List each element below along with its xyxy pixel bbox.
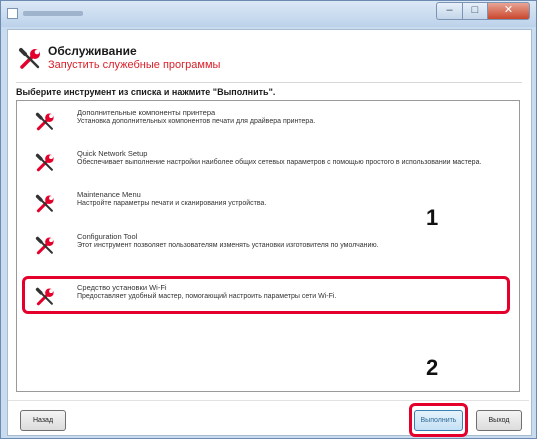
list-item-description: Этот инструмент позволяет пользователям … — [77, 242, 379, 249]
minimize-button[interactable]: – — [436, 2, 462, 20]
step-2-label: 2 — [426, 355, 439, 380]
tool-list[interactable]: Дополнительные компоненты принтера Устан… — [16, 100, 520, 392]
title-bar[interactable]: – □ ✕ — [1, 1, 536, 27]
instruction-text: Выберите инструмент из списка и нажмите … — [16, 87, 276, 97]
footer-divider — [8, 400, 529, 401]
page-subtitle: Запустить служебные программы — [48, 59, 221, 71]
list-item-description: Обеспечивает выполнение настройки наибол… — [77, 159, 482, 166]
exit-button[interactable]: Выход — [476, 410, 522, 431]
list-item-configuration-tool[interactable]: Configuration Tool Этот инструмент позво… — [25, 229, 513, 261]
page-title: Обслуживание — [48, 44, 137, 58]
window-controls: – □ ✕ — [436, 2, 530, 20]
wrench-screwdriver-icon — [35, 236, 54, 255]
list-item-title: Quick Network Setup — [77, 149, 148, 158]
list-item-maintenance-menu[interactable]: Maintenance Menu Настройте параметры печ… — [25, 187, 513, 219]
callout-highlight-execute — [409, 403, 468, 437]
window-title-placeholder — [23, 11, 83, 16]
list-item-title: Configuration Tool — [77, 232, 138, 241]
close-button[interactable]: ✕ — [487, 2, 530, 20]
dialog-content: Обслуживание Запустить служебные програм… — [7, 29, 532, 437]
wrench-screwdriver-icon — [19, 48, 40, 69]
list-item-title: Maintenance Menu — [77, 190, 141, 199]
app-window: – □ ✕ Обслуживание Запустить служебные п… — [0, 0, 537, 439]
callout-highlight-wifi — [22, 276, 510, 314]
app-icon — [7, 8, 18, 19]
list-item-printer-components[interactable]: Дополнительные компоненты принтера Устан… — [25, 105, 513, 137]
list-item-title: Дополнительные компоненты принтера — [77, 108, 216, 117]
maximize-button[interactable]: □ — [462, 2, 487, 20]
wrench-screwdriver-icon — [35, 112, 54, 131]
back-button[interactable]: Назад — [20, 410, 66, 431]
wrench-screwdriver-icon — [35, 194, 54, 213]
wrench-screwdriver-icon — [35, 153, 54, 172]
header-divider — [16, 82, 522, 83]
list-item-quick-network-setup[interactable]: Quick Network Setup Обеспечивает выполне… — [25, 146, 513, 178]
page-header: Обслуживание Запустить служебные програм… — [18, 42, 498, 82]
list-item-description: Установка дополнительных компонентов печ… — [77, 118, 316, 125]
list-item-description: Настройте параметры печати и сканировани… — [77, 200, 267, 207]
step-1-label: 1 — [426, 205, 439, 230]
